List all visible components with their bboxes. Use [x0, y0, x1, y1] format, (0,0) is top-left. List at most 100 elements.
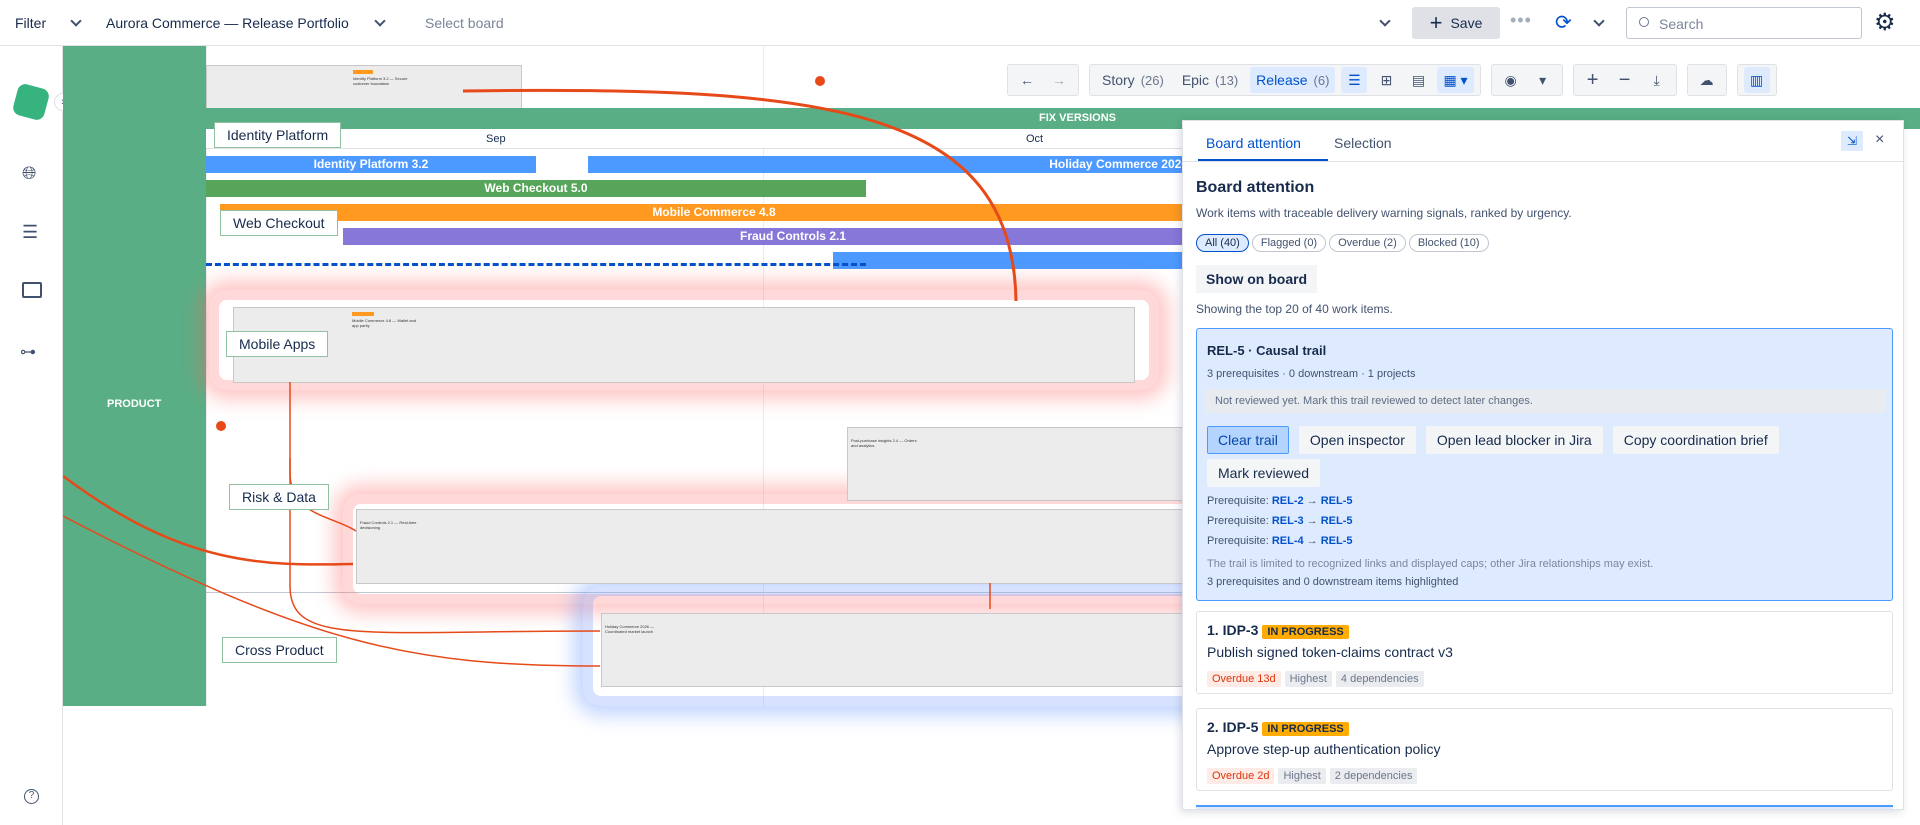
lane-label-cross-product[interactable]: Cross Product — [222, 637, 337, 663]
prereq-from-link[interactable]: REL-2 — [1272, 495, 1304, 507]
project-selector[interactable]: Aurora Commerce — Release Portfolio — [106, 15, 349, 31]
calendar-icon[interactable]: ▦ ▾ — [1437, 67, 1474, 93]
collapse-icon[interactable]: ⇲ — [1841, 131, 1863, 151]
tab-board-attention[interactable]: Board attention — [1206, 135, 1301, 151]
work-item-tags: Overdue 13d Highest 4 dependencies — [1207, 669, 1428, 687]
filter-chip-all[interactable]: All (40) — [1196, 234, 1249, 252]
mark-reviewed-wrap: Mark reviewed — [1207, 459, 1330, 487]
chevron-down-icon[interactable] — [374, 15, 386, 27]
prereq-label: Prerequisite: — [1207, 515, 1269, 527]
chevron-down-icon[interactable] — [70, 15, 82, 27]
board-toolbar: ← → Story (26) Epic (13) Release (6) ☰ ⊞ ▤ … — [1007, 64, 1777, 96]
prerequisite-row: Prerequisite: REL-4 → REL-5 — [1207, 535, 1353, 547]
work-item-card[interactable]: 1. IDP-3 IN PROGRESS Publish signed token… — [1196, 611, 1893, 694]
lane-label-risk-data[interactable]: Risk & Data — [229, 484, 329, 510]
filter-chip-flagged[interactable]: Flagged (0) — [1251, 234, 1327, 252]
more-icon[interactable]: ••• — [1510, 10, 1532, 31]
work-item-header: 2. IDP-5 IN PROGRESS — [1207, 719, 1349, 736]
work-item-key: 2. IDP-5 — [1207, 719, 1259, 735]
eye-icon[interactable]: ◉ — [1498, 67, 1524, 93]
prereq-to-link[interactable]: REL-5 — [1321, 495, 1353, 507]
filter-chip-overdue[interactable]: Overdue (2) — [1329, 234, 1406, 252]
panel-group: ▥ — [1736, 64, 1777, 96]
level-toggle-group: Story (26) Epic (13) Release (6) ☰ ⊞ ▤ ▦ ▾ — [1089, 64, 1481, 96]
app-logo — [11, 82, 51, 122]
epic-toggle[interactable]: Epic (13) — [1176, 67, 1244, 93]
top-bar: Filter Aurora Commerce — Release Portfol… — [0, 0, 1920, 46]
trail-actions: Clear trail Open inspector Open lead block… — [1207, 426, 1887, 454]
refresh-icon[interactable]: ⟳ — [1555, 10, 1572, 35]
release-count: (6) — [1313, 72, 1330, 88]
chevron-down-icon[interactable] — [1593, 15, 1605, 27]
work-item-tags: Overdue 2d Highest 2 dependencies — [1207, 766, 1421, 784]
help-icon[interactable]: ? — [24, 789, 39, 804]
dependency-arrow — [289, 382, 601, 634]
divider — [1183, 161, 1903, 162]
copy-brief-button[interactable]: Copy coordination brief — [1612, 426, 1779, 454]
search-input[interactable]: Search — [1626, 7, 1862, 39]
dependency-arrow — [462, 88, 1018, 302]
save-button[interactable]: + Save — [1412, 7, 1500, 39]
story-label: Story — [1102, 72, 1135, 88]
save-label: Save — [1450, 15, 1483, 31]
chevron-down-icon[interactable] — [1379, 15, 1391, 27]
tab-selection[interactable]: Selection — [1334, 135, 1392, 151]
close-icon[interactable]: × — [1875, 131, 1884, 149]
filter-chips: All (40) Flagged (0) Overdue (2) Blocked (1… — [1196, 233, 1492, 252]
prereq-from-link[interactable]: REL-3 — [1272, 515, 1304, 527]
lane-label-identity-platform[interactable]: Identity Platform — [214, 122, 342, 148]
prerequisite-row: Prerequisite: REL-3 → REL-5 — [1207, 515, 1353, 527]
open-inspector-button[interactable]: Open inspector — [1298, 426, 1416, 454]
open-lead-blocker-button[interactable]: Open lead blocker in Jira — [1425, 426, 1603, 454]
work-item-card[interactable] — [1196, 805, 1893, 809]
filter-button[interactable]: Filter — [15, 15, 46, 31]
trail-highlight-note: 3 prerequisites and 0 downstream items h… — [1207, 576, 1459, 588]
left-rail: › 🌐︎ ☰ ⊶ ? — [0, 46, 72, 825]
gear-icon[interactable]: ⚙ — [1874, 8, 1896, 37]
story-toggle[interactable]: Story (26) — [1096, 67, 1170, 93]
prereq-to-link[interactable]: REL-5 — [1321, 535, 1353, 547]
fit-icon[interactable]: ⤓ — [1644, 67, 1670, 93]
back-arrow-icon[interactable]: ← — [1014, 67, 1040, 93]
link-icon[interactable]: ⊶ — [20, 342, 36, 362]
show-on-board-button[interactable]: Show on board — [1196, 265, 1318, 293]
work-item-card[interactable]: 2. IDP-5 IN PROGRESS Approve step-up auth… — [1196, 708, 1893, 791]
epic-label: Epic — [1181, 72, 1210, 88]
prereq-label: Prerequisite: — [1207, 495, 1269, 507]
work-item-title: Approve step-up authentication policy — [1207, 741, 1441, 757]
lane-label-web-checkout[interactable]: Web Checkout — [220, 210, 338, 236]
review-note: Not reviewed yet. Mark this trail review… — [1205, 389, 1886, 413]
status-badge: IN PROGRESS — [1262, 625, 1349, 639]
visibility-group: ◉ ▾ — [1490, 64, 1563, 96]
clear-trail-button[interactable]: Clear trail — [1207, 426, 1289, 454]
mark-reviewed-button[interactable]: Mark reviewed — [1207, 459, 1321, 487]
prereq-to-link[interactable]: REL-5 — [1321, 515, 1353, 527]
forward-arrow-icon[interactable]: → — [1046, 67, 1072, 93]
dependency-node — [815, 76, 825, 86]
board-selector[interactable]: Select board — [425, 15, 504, 31]
zoom-group: + − ⤓ — [1572, 64, 1677, 96]
prereq-from-link[interactable]: REL-4 — [1272, 535, 1304, 547]
timeline-view-icon[interactable]: ☰ — [1341, 67, 1368, 93]
board-icon[interactable] — [22, 282, 42, 298]
causal-trail-card: REL-5 · Causal trail 3 prerequisites · 0… — [1196, 328, 1893, 601]
list-icon[interactable]: ☰ — [22, 222, 38, 243]
search-placeholder: Search — [1659, 16, 1704, 32]
search-icon — [1639, 17, 1649, 27]
cloud-download-icon[interactable]: ☁ — [1694, 67, 1720, 93]
side-panel-icon[interactable]: ▥ — [1743, 67, 1770, 93]
zoom-out-icon[interactable]: − — [1612, 67, 1638, 93]
board-attention-panel: Board attention Selection ⇲ × Board atte… — [1182, 120, 1904, 810]
zoom-in-icon[interactable]: + — [1580, 67, 1606, 93]
prerequisite-row: Prerequisite: REL-2 → REL-5 — [1207, 495, 1353, 507]
hierarchy-icon[interactable]: ⊞ — [1373, 67, 1399, 93]
history-group: ← → — [1007, 64, 1079, 96]
release-toggle[interactable]: Release (6) — [1250, 67, 1336, 93]
lane-label-mobile-apps[interactable]: Mobile Apps — [226, 331, 329, 357]
work-item-key: 1. IDP-3 — [1207, 622, 1259, 638]
chevron-down-icon[interactable]: ▾ — [1530, 67, 1556, 93]
columns-icon[interactable]: ▤ — [1405, 67, 1431, 93]
filter-chip-blocked[interactable]: Blocked (10) — [1408, 234, 1489, 252]
trail-summary: 3 prerequisites · 0 downstream · 1 proje… — [1207, 368, 1416, 380]
globe-icon[interactable]: 🌐︎ — [22, 163, 36, 184]
